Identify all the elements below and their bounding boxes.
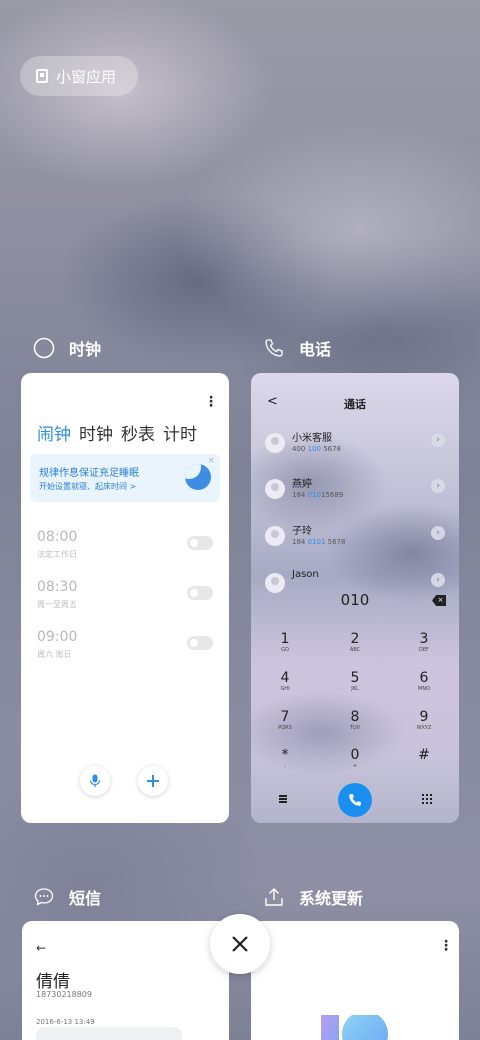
moon-icon	[185, 464, 211, 490]
alarm-toggle[interactable]	[187, 586, 213, 600]
sms-app-card[interactable]: ← 倩倩 18730218809 2016-6-13 13:49	[22, 921, 229, 1040]
sleep-banner-title: 规律作息保证充足睡眠	[39, 468, 139, 479]
contact-item[interactable]: 小米客服 400 100 5678 ›	[265, 429, 445, 461]
contact-name: 子玲	[292, 526, 312, 537]
phone-icon	[265, 339, 283, 357]
dial-key[interactable]: 3 DEF	[404, 631, 444, 654]
microphone-icon	[89, 774, 101, 787]
close-all-button[interactable]	[210, 914, 270, 974]
contact-item[interactable]: 燕婷 184 01015689 ›	[265, 475, 445, 507]
plus-icon	[147, 775, 159, 787]
avatar	[265, 573, 285, 593]
back-arrow-icon[interactable]: ←	[36, 941, 46, 955]
clock-app-header[interactable]: 时钟	[33, 336, 101, 360]
voice-alarm-button[interactable]	[80, 766, 110, 796]
clock-app-title: 时钟	[69, 340, 102, 359]
tab-stopwatch[interactable]: 秒表	[121, 420, 155, 445]
dial-key[interactable]: 8 TUV	[335, 709, 375, 732]
alarm-item[interactable]: 08:30 周一至周五	[37, 579, 213, 613]
phone-screen-title: 通话	[344, 398, 366, 411]
update-app-title: 系统更新	[299, 889, 364, 908]
upload-icon	[265, 888, 283, 906]
message-bubble	[36, 1027, 182, 1040]
alarm-toggle[interactable]	[187, 536, 213, 550]
alarm-toggle[interactable]	[187, 636, 213, 650]
alarm-item[interactable]: 09:00 周六 周日	[37, 629, 213, 663]
dial-key[interactable]: 9 WXYZ	[404, 709, 444, 732]
clock-app-card[interactable]: ⋮ 闹钟 时钟 秒表 计时 规律作息保证充足睡眠 开始设置就寝、起床时间 > ×…	[21, 373, 229, 823]
sleep-banner[interactable]: 规律作息保证充足睡眠 开始设置就寝、起床时间 > ×	[30, 454, 220, 502]
phone-app-title: 电话	[299, 340, 332, 359]
more-options-icon[interactable]: ⋮	[439, 939, 453, 953]
phone-app-card[interactable]: < 通话 小米客服 400 100 5678 › 燕婷 184 01015689…	[251, 373, 459, 823]
dial-key[interactable]: #	[404, 747, 444, 763]
update-app-card[interactable]: ⋮	[251, 921, 459, 1040]
alarm-repeat: 法定工作日	[37, 550, 77, 559]
sms-app-header[interactable]: 短信	[33, 885, 101, 909]
contact-name: Jason	[292, 569, 319, 580]
alarm-time: 09:00	[37, 629, 78, 645]
tab-alarm[interactable]: 闹钟	[37, 420, 71, 445]
chevron-right-icon[interactable]: ›	[431, 479, 445, 493]
add-alarm-button[interactable]	[138, 766, 168, 796]
more-options-icon[interactable]: ⋮	[204, 395, 218, 409]
dial-key[interactable]: 5 JKL	[335, 670, 375, 693]
small-window-icon	[36, 69, 48, 83]
close-icon[interactable]: ×	[207, 456, 215, 466]
phone-app-header[interactable]: 电话	[263, 336, 331, 360]
dial-key[interactable]: 4 GHI	[265, 670, 305, 693]
sms-contact-phone: 18730218809	[36, 990, 92, 999]
alarm-time: 08:00	[37, 529, 78, 545]
small-window-label: 小窗应用	[56, 67, 117, 86]
contact-number: 400 100 5678	[292, 445, 342, 453]
dial-key[interactable]: 2 ABC	[335, 631, 375, 654]
avatar	[265, 479, 285, 499]
call-button[interactable]	[338, 783, 372, 817]
close-icon	[232, 936, 248, 952]
sms-contact-name: 倩倩	[36, 972, 70, 992]
contact-name: 小米客服	[292, 433, 332, 444]
contact-number: 184 0101 5678	[292, 538, 346, 546]
tab-timer[interactable]: 计时	[163, 420, 197, 445]
sms-date: 2016-6-13 13:49	[36, 1018, 95, 1026]
miui-logo-icon	[321, 1015, 388, 1040]
dial-key[interactable]: 0 +	[335, 747, 375, 770]
alarm-item[interactable]: 08:00 法定工作日	[37, 529, 213, 563]
chevron-right-icon[interactable]: ›	[431, 573, 445, 587]
message-icon	[34, 888, 54, 906]
phone-icon	[349, 794, 361, 806]
chevron-right-icon[interactable]: ›	[431, 433, 445, 447]
sms-app-title: 短信	[69, 889, 102, 908]
dial-key[interactable]: *,	[265, 747, 305, 770]
alarm-time: 08:30	[37, 579, 78, 595]
dial-key[interactable]: 1 GO	[265, 631, 305, 654]
dialed-number: 010	[340, 591, 370, 609]
alarm-repeat: 周六 周日	[37, 650, 72, 659]
clock-icon	[33, 337, 55, 359]
avatar	[265, 433, 285, 453]
contact-name: 燕婷	[292, 479, 312, 490]
alarm-repeat: 周一至周五	[37, 600, 77, 609]
dial-key[interactable]: 7 PQRS	[265, 709, 305, 732]
small-window-apps-button[interactable]: 小窗应用	[20, 56, 138, 96]
contact-item[interactable]: 子玲 184 0101 5678 ›	[265, 522, 445, 554]
update-app-header[interactable]: 系统更新	[263, 885, 363, 909]
tab-clock[interactable]: 时钟	[79, 420, 113, 445]
menu-icon[interactable]	[279, 795, 287, 803]
dialpad-icon[interactable]	[422, 794, 432, 804]
sleep-banner-subtitle[interactable]: 开始设置就寝、起床时间 >	[39, 481, 136, 492]
avatar	[265, 526, 285, 546]
contact-number: 184 01015689	[292, 491, 344, 499]
chevron-right-icon[interactable]: ›	[431, 526, 445, 540]
clock-tabs: 闹钟 时钟 秒表 计时	[37, 420, 197, 445]
dial-key[interactable]: 6 MNO	[404, 670, 444, 693]
